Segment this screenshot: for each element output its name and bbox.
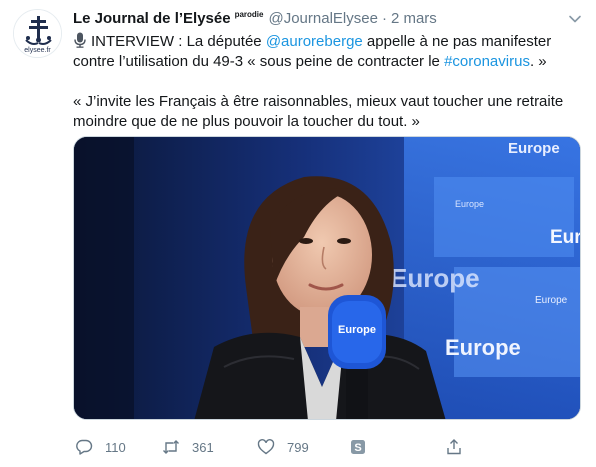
chevron-down-icon[interactable]	[568, 12, 582, 26]
text-end: . »	[529, 53, 547, 70]
interview-photo: Europe Europe Eur Europe Europe Europe E…	[74, 137, 581, 419]
author-name[interactable]: Le Journal de l’Elysée	[73, 10, 231, 27]
tweet-header: Le Journal de l’Elysée parodie @JournalE…	[73, 10, 556, 30]
hashtag-link[interactable]: #coronavirus	[444, 53, 530, 70]
avatar-caption: elysee.fr	[24, 47, 51, 54]
shareable-s-icon[interactable]: S	[349, 438, 367, 456]
tweet-actions: 110 361 799 S	[73, 437, 553, 457]
share-icon[interactable]	[445, 438, 463, 456]
reply-icon[interactable]	[75, 438, 93, 456]
retweet-action[interactable]: 361	[162, 437, 214, 457]
mic-label: Europe	[338, 324, 376, 336]
svg-text:S: S	[354, 442, 361, 454]
avatar[interactable]: elysee.fr	[13, 9, 62, 58]
europe1-label-3: Eur	[550, 227, 581, 248]
tweet-date[interactable]: 2 mars	[391, 10, 437, 27]
like-count: 799	[287, 439, 309, 455]
like-action[interactable]: 799	[257, 437, 309, 457]
separator-dot: ·	[381, 10, 387, 27]
europe1-label-4: Europe	[390, 263, 480, 293]
tweet-quote: « J’invite les Français à être raisonnab…	[73, 93, 564, 130]
text-intro: INTERVIEW : La députée	[91, 33, 266, 50]
europe1-label-1: Europe	[508, 140, 560, 157]
microphone-icon	[74, 32, 86, 48]
tweet[interactable]: elysee.fr Le Journal de l’Elysée parodie…	[0, 0, 596, 467]
retweet-icon[interactable]	[162, 438, 180, 456]
heart-icon[interactable]	[257, 438, 275, 456]
retweet-count: 361	[192, 439, 214, 455]
europe1-label-5: Europe	[535, 295, 568, 306]
reply-count: 110	[105, 439, 126, 455]
shareable-action[interactable]: S	[349, 437, 379, 457]
share-action[interactable]	[445, 437, 475, 457]
tweet-paragraph-1: INTERVIEW : La députée @auroreberge appe…	[73, 32, 573, 72]
reply-action[interactable]: 110	[75, 437, 126, 457]
parody-badge: parodie	[234, 10, 264, 19]
europe1-label-2: Europe	[455, 199, 484, 209]
mention-link[interactable]: @auroreberge	[266, 33, 363, 50]
author-handle[interactable]: @JournalElysee	[268, 10, 377, 27]
tweet-media[interactable]: Europe Europe Eur Europe Europe Europe E…	[73, 136, 581, 420]
tweet-text: INTERVIEW : La députée @auroreberge appe…	[73, 32, 573, 132]
europe1-label-6: Europe	[445, 335, 521, 360]
